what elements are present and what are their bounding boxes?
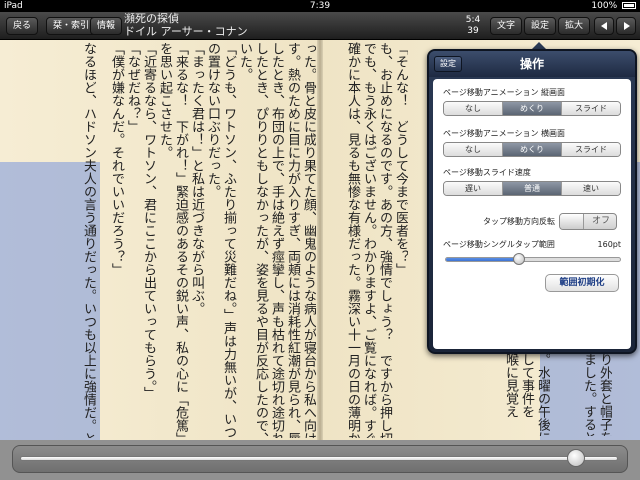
page-slider-thumb[interactable] xyxy=(567,449,586,467)
right-page-text: 「そんな！ どうして今まで医者を？」 も、お止めになるのです。あの方、強情でしょ… xyxy=(328,42,408,438)
anim-portrait-slide[interactable]: スライド xyxy=(562,102,620,115)
anim-landscape-segmented: なし めくり スライド xyxy=(443,142,621,157)
toggle-state: オフ xyxy=(591,216,610,226)
text-line: る。水曜の午後に xyxy=(535,340,550,436)
arrow-left-icon xyxy=(601,22,607,30)
info-button[interactable]: 情報 xyxy=(90,17,123,35)
right-page-text-edge: すり外套と帽子を りました。すると xyxy=(572,340,612,436)
popover-title: 操作 xyxy=(519,57,544,71)
text-line: った。骨と皮に成り果てた顔、幽鬼のような病人が寝台から私へ向けられた憔悴の顔が、… xyxy=(301,42,316,438)
slide-speed-fast[interactable]: 速い xyxy=(562,182,620,195)
book-title: 瀕死の探偵 xyxy=(124,12,179,25)
settings-button[interactable]: 設定 xyxy=(524,17,557,35)
text-line: 「僕が嫌なんだ。それでいいだろう？」 xyxy=(109,42,124,276)
text-line: 、喉に見覚え xyxy=(503,340,518,418)
zoom-button[interactable]: 拡大 xyxy=(558,17,591,35)
text-line: す。熱のために目に力が入りすぎ、両頬には消耗性紅潮が見られ、唇は変色し xyxy=(285,42,300,438)
page-current: 5:4 xyxy=(465,15,481,25)
anim-landscape-none[interactable]: なし xyxy=(444,143,503,156)
text-line: したとき、ぴりりともしなかったが、姿を見るや目が反応したので、気づいては xyxy=(253,42,268,438)
text-line: 「そんな！ どうして今まで医者を？」 xyxy=(393,42,408,276)
book-spine xyxy=(317,40,323,440)
popover-body: ページ移動アニメーション 縦画面 なし めくり スライド ページ移動アニメーショ… xyxy=(433,79,631,349)
text-line: したとき、布団の上で、手は絶えず痙攣し、声も枯れて途切れ途切れだ。私が入室 xyxy=(269,42,284,438)
anim-portrait-none[interactable]: なし xyxy=(444,102,503,115)
text-line: 「近寄るなら、ワトソン、君にここから出ていってもらう。」 xyxy=(141,42,156,400)
text-button[interactable]: 文字 xyxy=(490,17,523,35)
anim-portrait-flip[interactable]: めくり xyxy=(503,102,562,115)
page-slider-track[interactable] xyxy=(20,456,618,461)
text-line: なるほど、ハドソン夫人の言う通りだった。いつも以上に強情だ。とはいえ、 xyxy=(81,42,96,438)
anim-landscape-flip[interactable]: めくり xyxy=(503,143,562,156)
text-line: も、お止めになるのです。あの方、強情でしょう？ ですから押し切れなくて。 xyxy=(377,42,392,438)
tap-reverse-label: タップ移動方向反転 xyxy=(483,217,555,226)
text-line: を思い起こさせた。 xyxy=(157,42,172,159)
left-page-text-edge: なるほど、ハドソン夫人の言う通りだった。いつも以上に強情だ。とはいえ、 xyxy=(0,42,96,438)
popover-header: 設定 操作 xyxy=(429,51,635,77)
page-total: 39 xyxy=(467,26,479,36)
text-line: 断して事件を xyxy=(519,340,534,418)
text-line: いた。 xyxy=(237,42,252,81)
book-author: ドイル アーサー・コナン xyxy=(124,25,248,38)
anim-landscape-slide[interactable]: スライド xyxy=(562,143,620,156)
single-tap-slider-thumb[interactable] xyxy=(512,253,525,265)
anim-portrait-segmented: なし めくり スライド xyxy=(443,101,621,116)
left-page-text: った。骨と皮に成り果てた顔、幽鬼のような病人が寝台から私へ向けられた憔悴の顔が、… xyxy=(96,42,316,438)
single-tap-slider[interactable] xyxy=(445,257,621,262)
clock: 7:39 xyxy=(309,1,331,11)
slide-speed-label: ページ移動スライド速度 xyxy=(443,168,531,177)
anim-landscape-label: ページ移動アニメーション 横画面 xyxy=(443,129,566,138)
battery-percent: 100% xyxy=(591,1,618,11)
slide-speed-slow[interactable]: 遅い xyxy=(444,182,503,195)
toggle-knob xyxy=(560,214,584,229)
single-tap-label: ページ移動シングルタップ範囲 xyxy=(443,240,555,249)
prev-page-button[interactable] xyxy=(594,17,614,35)
text-line: すり外套と帽子を xyxy=(597,340,612,436)
reader-toolbar: 戻る 栞・索引 情報 5:4 39 文字 設定 拡大 xyxy=(0,12,640,40)
next-page-button[interactable] xyxy=(616,17,636,35)
single-tap-slider-fill xyxy=(446,258,520,261)
right-page-text-lower: る。水曜の午後に 断して事件を 、喉に見覚え xyxy=(440,340,550,436)
slide-speed-segmented: 遅い 普通 速い xyxy=(443,181,621,196)
reset-range-button[interactable]: 範囲初期化 xyxy=(545,274,619,292)
back-button[interactable]: 戻る xyxy=(6,17,39,35)
slide-speed-normal[interactable]: 普通 xyxy=(503,182,562,195)
settings-popover: 設定 操作 ページ移動アニメーション 縦画面 なし めくり スライド ページ移動… xyxy=(427,49,637,354)
text-line: 「なぜだね？」 xyxy=(125,42,140,133)
text-line: の置けない口ぶりだった。 xyxy=(205,42,220,198)
text-line: 「来るな！ 下がれ！」緊迫感のあるその鋭い声、私の心に「危篤」の二文字 xyxy=(173,42,188,438)
text-line: でも、もう永くはございません。わかりますよ、ご覧になれば。すぐ。」 xyxy=(361,42,376,438)
status-bar: iPad 7:39 100% xyxy=(0,0,640,12)
text-line: 確かに本人は、見るも無惨な有様だった。霧深い十一月の日の薄明かりだ。病 xyxy=(345,42,360,438)
tap-reverse-toggle[interactable]: オフ xyxy=(559,213,617,230)
battery-indicator: 100% xyxy=(591,0,636,12)
battery-icon xyxy=(622,2,636,9)
text-line: りました。すると xyxy=(581,340,596,436)
single-tap-value: 160pt xyxy=(597,240,621,249)
text-line: 「どうも、ワトソン、ふたり揃って災難だね。」声は力無いが、いつも通りの口 xyxy=(221,42,236,438)
text-line: 「まったく君は！」と私は近づきながら叫ぶ。 xyxy=(189,42,204,315)
bookmark-index-button[interactable]: 栞・索引 xyxy=(46,17,97,35)
arrow-right-icon xyxy=(624,22,630,30)
anim-portrait-label: ページ移動アニメーション 縦画面 xyxy=(443,88,566,97)
